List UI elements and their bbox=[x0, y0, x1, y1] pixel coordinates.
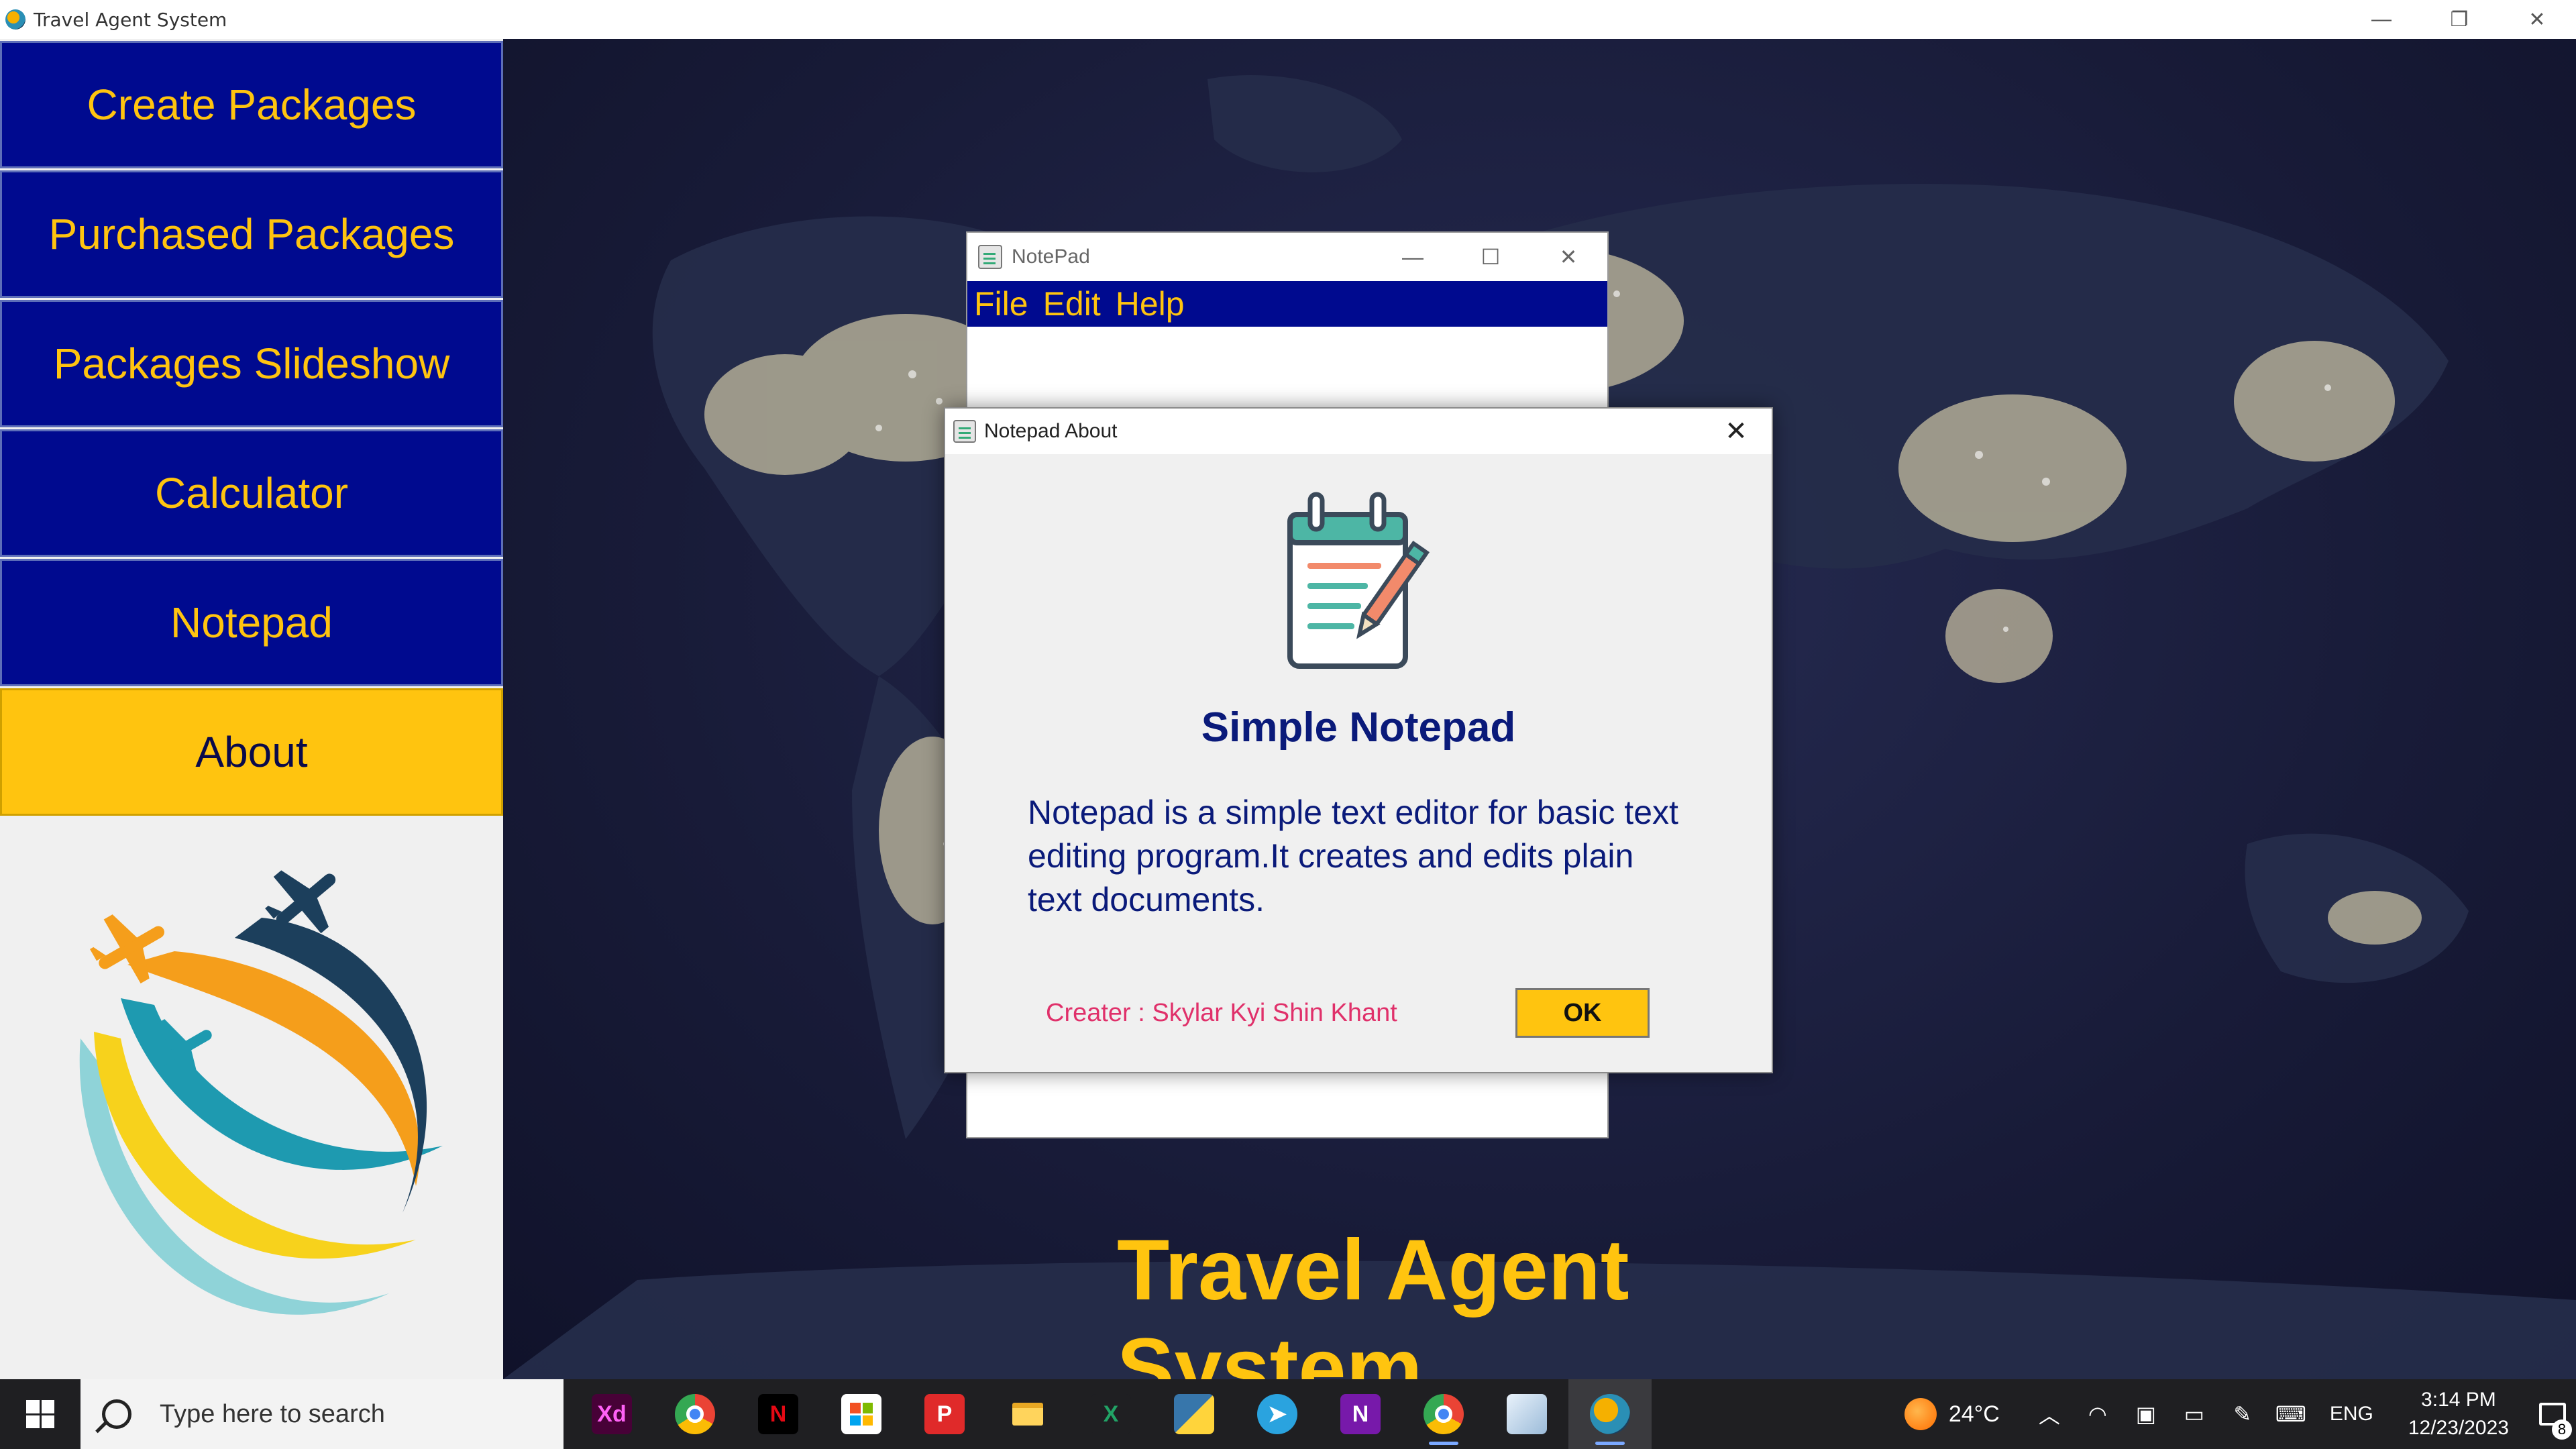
window-title: Travel Agent System bbox=[34, 8, 227, 31]
notepad-illustration-icon bbox=[1287, 492, 1430, 669]
sidebar-item-calculator[interactable]: Calculator bbox=[0, 429, 503, 557]
notepad-app-icon bbox=[953, 420, 976, 443]
taskbar: Type here to search Xd N P X ➤ N 24°C ︿ ◠ ▣ ▭… bbox=[0, 1379, 2576, 1449]
taskbar-app[interactable] bbox=[1485, 1379, 1568, 1449]
taskbar-app[interactable]: P bbox=[903, 1379, 986, 1449]
about-dialog: Notepad About ✕ Simple Notepad Notepad i… bbox=[944, 407, 1773, 1073]
menu-file[interactable]: File bbox=[974, 284, 1028, 323]
taskbar-app[interactable] bbox=[1152, 1379, 1236, 1449]
taskbar-app[interactable]: N bbox=[1319, 1379, 1402, 1449]
taskbar-pinned-apps: Xd N P X ➤ N bbox=[570, 1379, 1652, 1449]
taskbar-app[interactable] bbox=[1402, 1379, 1485, 1449]
restore-button[interactable]: ❐ bbox=[2420, 0, 2498, 39]
chrome-profile-icon bbox=[1424, 1394, 1464, 1434]
window-controls: — ❐ ✕ bbox=[2343, 0, 2576, 39]
taskbar-app[interactable] bbox=[820, 1379, 903, 1449]
wifi-icon[interactable]: ◠ bbox=[2079, 1379, 2116, 1449]
taskbar-app[interactable]: Xd bbox=[570, 1379, 653, 1449]
menu-help[interactable]: Help bbox=[1116, 284, 1185, 323]
onenote-icon: N bbox=[1340, 1394, 1381, 1434]
notification-center-button[interactable]: 8 bbox=[2529, 1379, 2576, 1449]
telegram-icon: ➤ bbox=[1257, 1394, 1297, 1434]
python-icon bbox=[1174, 1394, 1214, 1434]
about-dialog-title: Notepad About bbox=[984, 420, 1118, 442]
travel-agent-app-icon bbox=[1590, 1394, 1630, 1434]
pen-icon[interactable]: ✎ bbox=[2224, 1379, 2261, 1449]
notepad-maximize-button[interactable]: ☐ bbox=[1452, 233, 1529, 281]
notepad-menu-bar: File Edit Help bbox=[967, 281, 1607, 327]
sidebar-item-packages-slideshow[interactable]: Packages Slideshow bbox=[0, 300, 503, 427]
about-description-line: text documents. bbox=[1028, 881, 1265, 918]
netflix-icon: N bbox=[758, 1394, 798, 1434]
about-dialog-title-bar: Notepad About ✕ bbox=[945, 409, 1772, 454]
clock[interactable]: 3:14 PM 12/23/2023 bbox=[2408, 1386, 2509, 1442]
taskbar-search-box[interactable]: Type here to search bbox=[80, 1379, 564, 1449]
app-globe-icon bbox=[5, 9, 25, 30]
file-explorer-icon bbox=[1008, 1394, 1048, 1434]
taskbar-app[interactable] bbox=[1568, 1379, 1652, 1449]
psiphon-icon: P bbox=[924, 1394, 965, 1434]
chrome-icon bbox=[675, 1394, 715, 1434]
close-button[interactable]: ✕ bbox=[2498, 0, 2576, 39]
about-heading: Simple Notepad bbox=[1201, 704, 1516, 751]
battery-icon[interactable]: ▭ bbox=[2176, 1379, 2213, 1449]
keyboard-icon[interactable]: ⌨ bbox=[2272, 1379, 2310, 1449]
microsoft-store-icon bbox=[841, 1394, 881, 1434]
about-close-button[interactable]: ✕ bbox=[1713, 409, 1760, 454]
camera-icon[interactable]: ▣ bbox=[2127, 1379, 2165, 1449]
show-hidden-icons-chevron-icon[interactable]: ︿ bbox=[2031, 1379, 2068, 1449]
virtualbox-icon bbox=[1507, 1394, 1547, 1434]
minimize-button[interactable]: — bbox=[2343, 0, 2420, 39]
clock-date: 12/23/2023 bbox=[2408, 1417, 2509, 1439]
input-language[interactable]: ENG bbox=[2330, 1403, 2373, 1426]
about-creator-label: Creater : Skylar Kyi Shin Khant bbox=[1046, 999, 1397, 1027]
weather-sun-icon[interactable] bbox=[1904, 1398, 1937, 1430]
start-button[interactable] bbox=[0, 1379, 80, 1449]
notepad-close-button[interactable]: ✕ bbox=[1529, 233, 1607, 281]
search-icon bbox=[102, 1399, 131, 1429]
taskbar-app[interactable]: X bbox=[1069, 1379, 1152, 1449]
main-title: Travel Agent System bbox=[1117, 1222, 1629, 1379]
window-title-bar: Travel Agent System — ❐ ✕ bbox=[0, 0, 2576, 39]
about-description: Notepad is a simple text editor for basi… bbox=[1028, 791, 1712, 922]
notepad-app-icon bbox=[978, 245, 1002, 269]
system-tray: 24°C ︿ ◠ ▣ ▭ ✎ ⌨ ENG 3:14 PM 12/23/2023 … bbox=[1904, 1379, 2576, 1449]
about-description-line: Notepad is a simple text editor for basi… bbox=[1028, 794, 1678, 831]
excel-icon: X bbox=[1091, 1394, 1131, 1434]
sidebar-item-purchased-packages[interactable]: Purchased Packages bbox=[0, 170, 503, 298]
sidebar-item-about[interactable]: About bbox=[0, 688, 503, 816]
search-placeholder: Type here to search bbox=[160, 1399, 385, 1428]
taskbar-app[interactable]: N bbox=[737, 1379, 820, 1449]
notification-count: 8 bbox=[2552, 1419, 2572, 1440]
clock-time: 3:14 PM bbox=[2421, 1389, 2496, 1411]
about-description-line: editing program.It creates and edits pla… bbox=[1028, 837, 1634, 875]
taskbar-app[interactable]: ➤ bbox=[1236, 1379, 1319, 1449]
sidebar: Create Packages Purchased Packages Packa… bbox=[0, 39, 503, 1379]
notepad-title-bar: NotePad — ☐ ✕ bbox=[967, 233, 1607, 281]
taskbar-app[interactable] bbox=[986, 1379, 1069, 1449]
notepad-title: NotePad bbox=[1012, 246, 1090, 268]
notepad-minimize-button[interactable]: — bbox=[1374, 233, 1452, 281]
sidebar-item-create-packages[interactable]: Create Packages bbox=[0, 41, 503, 168]
adobe-xd-icon: Xd bbox=[592, 1394, 632, 1434]
taskbar-app[interactable] bbox=[653, 1379, 737, 1449]
weather-temperature[interactable]: 24°C bbox=[1949, 1401, 2000, 1428]
sidebar-item-notepad[interactable]: Notepad bbox=[0, 559, 503, 686]
notepad-window-controls: — ☐ ✕ bbox=[1374, 233, 1607, 281]
windows-logo-icon bbox=[26, 1400, 54, 1428]
travel-agency-logo bbox=[79, 870, 443, 1315]
ok-button[interactable]: OK bbox=[1515, 988, 1650, 1038]
menu-edit[interactable]: Edit bbox=[1043, 284, 1101, 323]
